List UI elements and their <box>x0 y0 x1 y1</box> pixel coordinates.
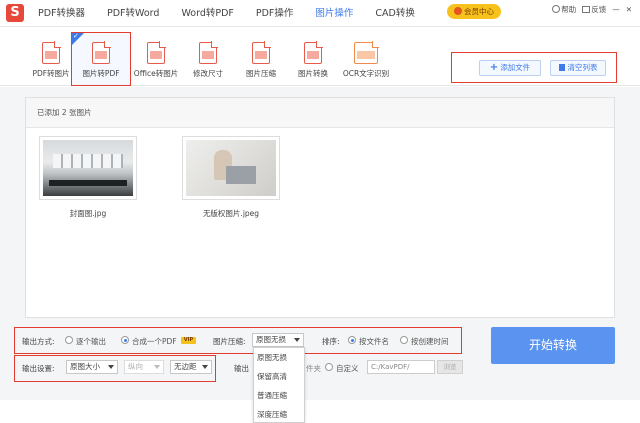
laptop-photo-image <box>186 140 276 196</box>
nav-image-operations[interactable]: 图片操作 <box>307 0 361 27</box>
add-file-button[interactable]: + 添加文件 <box>479 60 541 76</box>
resize-icon <box>199 41 218 64</box>
margin-value: 无边距 <box>174 362 197 371</box>
office-photo-image <box>43 140 133 196</box>
tool-label: 修改尺寸 <box>193 69 223 78</box>
nav-pdf-to-word[interactable]: PDF转Word <box>99 0 167 27</box>
nav-cad-convert[interactable]: CAD转换 <box>367 0 422 27</box>
help-label: 帮助 <box>561 4 577 14</box>
dropdown-option[interactable]: 保留高清 <box>254 367 304 386</box>
compress-label: 图片压缩: <box>213 337 246 346</box>
nav-pdf-operations[interactable]: PDF操作 <box>248 0 302 27</box>
file-actions-highlight: + 添加文件 清空列表 <box>451 52 617 83</box>
nav-word-to-pdf[interactable]: Word转PDF <box>173 0 241 27</box>
vip-badge: VIP <box>181 337 196 344</box>
image-to-pdf-icon <box>92 41 111 64</box>
image-convert-icon <box>304 41 323 64</box>
file-count-header: 已添加 2 张图片 <box>26 98 614 128</box>
orientation-value: 纵向 <box>128 362 143 371</box>
compress-dropdown-list: 原图无损 保留高清 普通压缩 深度压缩 <box>253 347 305 423</box>
output-settings-label: 输出设置: <box>22 364 55 373</box>
start-convert-button[interactable]: 开始转换 <box>491 327 615 364</box>
chevron-down-icon <box>202 365 208 369</box>
output-path-input[interactable]: C:/KavPDF/ <box>367 360 435 374</box>
thumbnail-frame <box>39 136 137 200</box>
close-button[interactable]: ✕ <box>626 5 632 14</box>
help-button[interactable]: 帮助 <box>552 4 576 15</box>
file-name: 封面图.jpg <box>69 209 107 218</box>
mode-each-label: 逐个输出 <box>76 337 106 346</box>
compress-value: 原图无损 <box>256 335 286 344</box>
help-icon <box>552 4 561 13</box>
file-name: 无版权图片.jpeg <box>202 209 260 218</box>
top-nav: PDF转换器 PDF转Word Word转PDF PDF操作 图片操作 CAD转… <box>30 0 429 27</box>
chevron-down-icon <box>154 365 160 369</box>
compress-select[interactable]: 原图无损 <box>252 333 304 347</box>
browse-button[interactable]: 浏览 <box>437 360 463 374</box>
dropdown-option[interactable]: 深度压缩 <box>254 405 304 423</box>
page-size-select[interactable]: 原图大小 <box>66 360 118 374</box>
mode-each-radio[interactable] <box>65 336 73 344</box>
trash-icon <box>558 64 565 71</box>
minimize-button[interactable]: — <box>612 5 620 14</box>
plus-icon: + <box>489 62 499 73</box>
dropdown-option[interactable]: 普通压缩 <box>254 386 304 405</box>
tool-office-to-image[interactable]: Office转图片 <box>127 33 185 85</box>
crown-icon <box>454 7 462 15</box>
clear-list-button[interactable]: 清空列表 <box>550 60 606 76</box>
custom-path-label: 自定义 <box>336 364 359 373</box>
ocr-icon <box>354 41 379 64</box>
dropdown-option[interactable]: 原图无损 <box>254 348 304 367</box>
source-folder-label: 件夹 <box>306 364 321 373</box>
vip-center-label: 会员中心 <box>464 7 494 16</box>
thumbnail-frame <box>182 136 280 200</box>
sort-label: 排序: <box>322 337 340 346</box>
check-icon: ✓ <box>73 32 79 40</box>
pdf-to-image-icon <box>42 41 61 64</box>
tool-ocr[interactable]: OCR文字识别 <box>337 33 395 85</box>
vip-center-button[interactable]: 会员中心 <box>447 4 501 19</box>
sort-by-time-radio[interactable] <box>400 336 408 344</box>
add-file-label: 添加文件 <box>500 63 531 72</box>
tool-image-to-pdf[interactable]: ✓ 图片转PDF <box>71 32 131 86</box>
orientation-select[interactable]: 纵向 <box>124 360 164 374</box>
tool-label: 图片转PDF <box>82 69 120 78</box>
file-thumbnail[interactable]: 无版权图片.jpeg <box>182 136 280 219</box>
compress-icon <box>252 41 271 64</box>
file-thumbnail[interactable]: 封面图.jpg <box>39 136 137 219</box>
tool-image-convert[interactable]: 图片转换 <box>284 33 342 85</box>
mode-merge-label: 合成一个PDF <box>132 337 177 346</box>
custom-path-radio[interactable] <box>325 363 333 371</box>
tool-label: 图片压缩 <box>246 69 276 78</box>
office-to-image-icon <box>147 41 166 64</box>
tool-resize[interactable]: 修改尺寸 <box>179 33 237 85</box>
tool-label: 图片转换 <box>298 69 328 78</box>
feedback-icon <box>582 5 591 13</box>
tool-label: OCR文字识别 <box>342 69 390 78</box>
mode-merge-radio[interactable] <box>121 336 129 344</box>
sort-by-name-label: 按文件名 <box>359 337 389 346</box>
output-mode-label: 输出方式: <box>22 337 55 346</box>
page-size-value: 原图大小 <box>70 362 100 371</box>
tool-compress[interactable]: 图片压缩 <box>232 33 290 85</box>
clear-list-label: 清空列表 <box>567 63 598 72</box>
feedback-label: 反馈 <box>591 4 607 14</box>
window-controls: 帮助 反馈 — ✕ <box>546 2 632 16</box>
chevron-down-icon <box>108 365 114 369</box>
tool-label: Office转图片 <box>133 69 179 78</box>
nav-pdf-converter[interactable]: PDF转换器 <box>30 0 93 27</box>
title-bar: S PDF转换器 PDF转Word Word转PDF PDF操作 图片操作 CA… <box>0 0 640 27</box>
sort-by-time-label: 按创建时间 <box>411 337 449 346</box>
margin-select[interactable]: 无边距 <box>170 360 212 374</box>
file-list-panel: 已添加 2 张图片 封面图.jpg 无版权图片.jpeg <box>25 97 615 318</box>
feedback-button[interactable]: 反馈 <box>582 4 606 15</box>
chevron-down-icon <box>294 338 300 342</box>
sort-by-name-radio[interactable] <box>348 336 356 344</box>
output-dir-label: 输出 <box>234 364 249 373</box>
app-logo: S <box>6 4 24 22</box>
